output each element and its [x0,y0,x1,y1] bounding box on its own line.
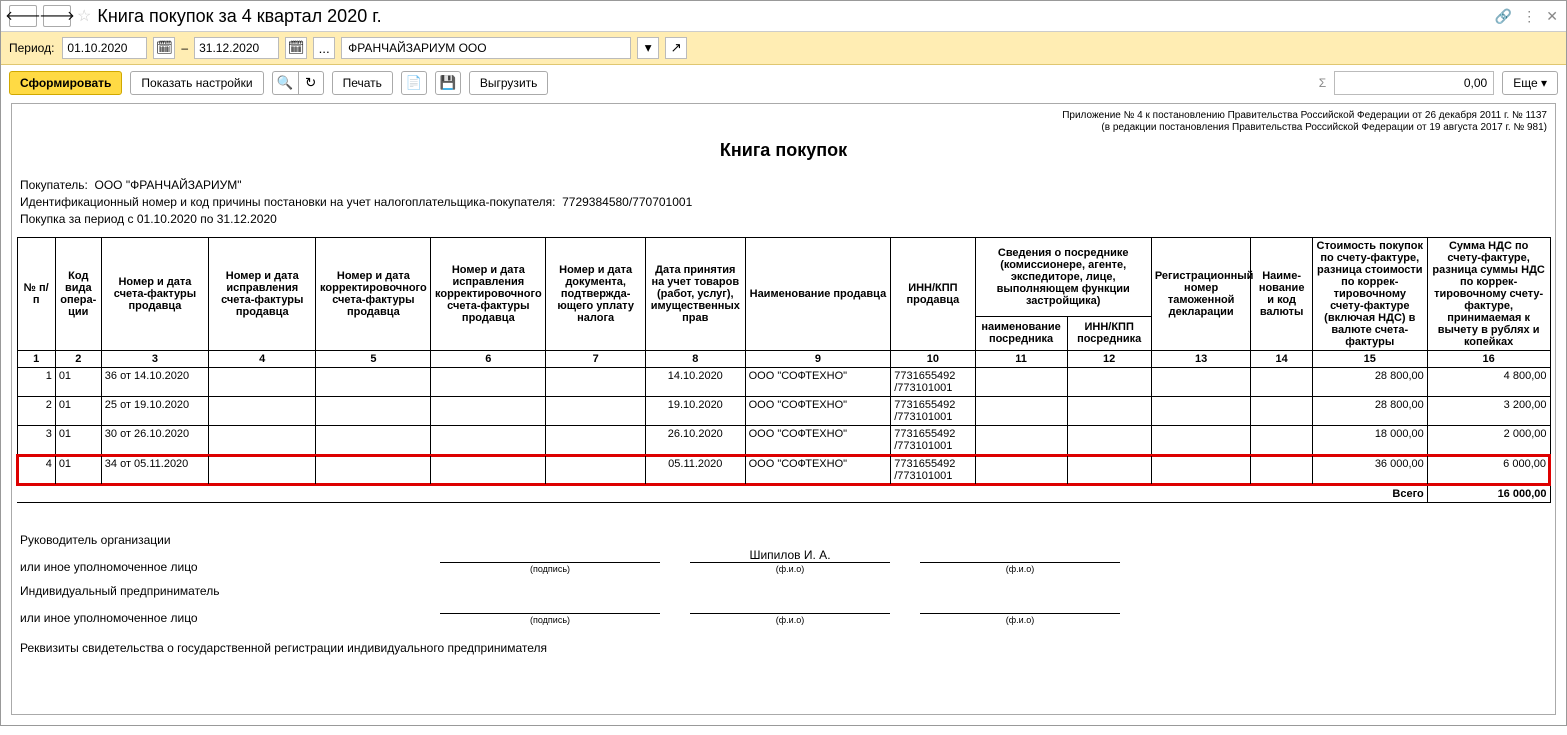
th-3: Номер и дата счета-фактуры продавца [101,238,208,351]
th-13: Регистрационный номер таможенной деклара… [1151,238,1251,351]
org-input[interactable] [341,37,631,59]
actions-toolbar: Сформировать Показать настройки 🔍 ↻ Печа… [1,65,1566,101]
signer-name: Шипилов И. А. [749,548,830,562]
th-10: ИНН/КПП продавца [891,238,975,351]
th-16: Сумма НДС по счету-фактуре, разница сумм… [1427,238,1550,351]
table-row[interactable]: 40134 от 05.11.202005.11.2020ООО "СОФТЕХ… [17,455,1550,485]
titlebar: 🡐 🡒 ☆ Книга покупок за 4 квартал 2020 г.… [1,1,1566,32]
total-row: Всего16 000,00 [17,485,1550,503]
legal-text: Приложение № 4 к постановлению Правитель… [16,110,1547,134]
th-5: Номер и дата корректировоч­ного счета-фа… [316,238,431,351]
search-icon[interactable]: 🔍 [272,71,298,95]
th-1: № п/п [17,238,55,351]
report-title: Книга покупок [16,140,1551,161]
options-icon[interactable]: ⋮ [1522,8,1536,25]
th-9: Наименование продавца [745,238,891,351]
refresh-search-icon[interactable]: ↻ [298,71,324,95]
report-area: Приложение № 4 к постановлению Правитель… [11,103,1556,715]
period-from-input[interactable] [62,37,147,59]
period-dash: – [181,41,188,55]
save-icon[interactable]: 💾 [435,71,461,95]
calendar-from-icon[interactable]: 🗓 [153,37,175,59]
table-row[interactable]: 30130 от 26.10.202026.10.2020ООО "СОФТЕХ… [17,426,1550,456]
org-dropdown-icon[interactable]: ▾ [637,37,659,59]
th-2: Код вида опера­ции [55,238,101,351]
table-row[interactable]: 20125 от 19.10.202019.10.2020ООО "СОФТЕХ… [17,397,1550,426]
column-number-row: 123 456 789 101112 131415 16 [17,351,1550,368]
close-icon[interactable]: ✕ [1546,8,1558,25]
star-icon[interactable]: ☆ [77,6,91,26]
sigma-icon: Σ [1319,76,1326,90]
report-meta: Покупатель: ООО "ФРАНЧАЙЗАРИУМ" Идентифи… [20,177,1547,227]
period-label: Период: [9,41,54,55]
forward-button[interactable]: 🡒 [43,5,71,27]
th-6: Номер и дата исправления корректировоч­н… [431,238,546,351]
calendar-to-icon[interactable]: 🗓 [285,37,307,59]
signature-block: Руководитель организации или иное уполно… [20,533,1547,655]
org-open-icon[interactable]: ↗ [665,37,687,59]
th-11: наименование посредника [975,316,1067,351]
th-mid: Сведения о посреднике (комиссионере, аге… [975,238,1151,316]
window-title: Книга покупок за 4 квартал 2020 г. [97,6,381,27]
form-button[interactable]: Сформировать [9,71,122,95]
period-toolbar: Период: 🗓 – 🗓 ... ▾ ↗ [1,32,1566,65]
th-8: Дата принятия на учет товаров (работ, ус… [645,238,745,351]
period-to-input[interactable] [194,37,279,59]
show-settings-button[interactable]: Показать настройки [130,71,263,95]
th-4: Номер и дата исправления счета-фактуры п… [209,238,316,351]
back-button[interactable]: 🡐 [9,5,37,27]
th-14: Наиме­нование и код валюты [1251,238,1312,351]
th-15: Стоимость покупок по счету-фактуре, разн… [1312,238,1427,351]
more-button[interactable]: Еще ▾ [1502,71,1558,95]
preview-icon[interactable]: 📄 [401,71,427,95]
link-icon[interactable]: 🔗 [1495,8,1512,25]
th-12: ИНН/КПП посредника [1067,316,1151,351]
table-row[interactable]: 10136 от 14.10.202014.10.2020ООО "СОФТЕХ… [17,368,1550,397]
purchase-table: № п/п Код вида опера­ции Номер и дата сч… [16,237,1551,503]
sum-box: 0,00 [1334,71,1494,95]
period-picker-button[interactable]: ... [313,37,335,59]
upload-button[interactable]: Выгрузить [469,71,549,95]
th-7: Номер и дата документа, подтвержда­ющего… [546,238,646,351]
print-button[interactable]: Печать [332,71,393,95]
